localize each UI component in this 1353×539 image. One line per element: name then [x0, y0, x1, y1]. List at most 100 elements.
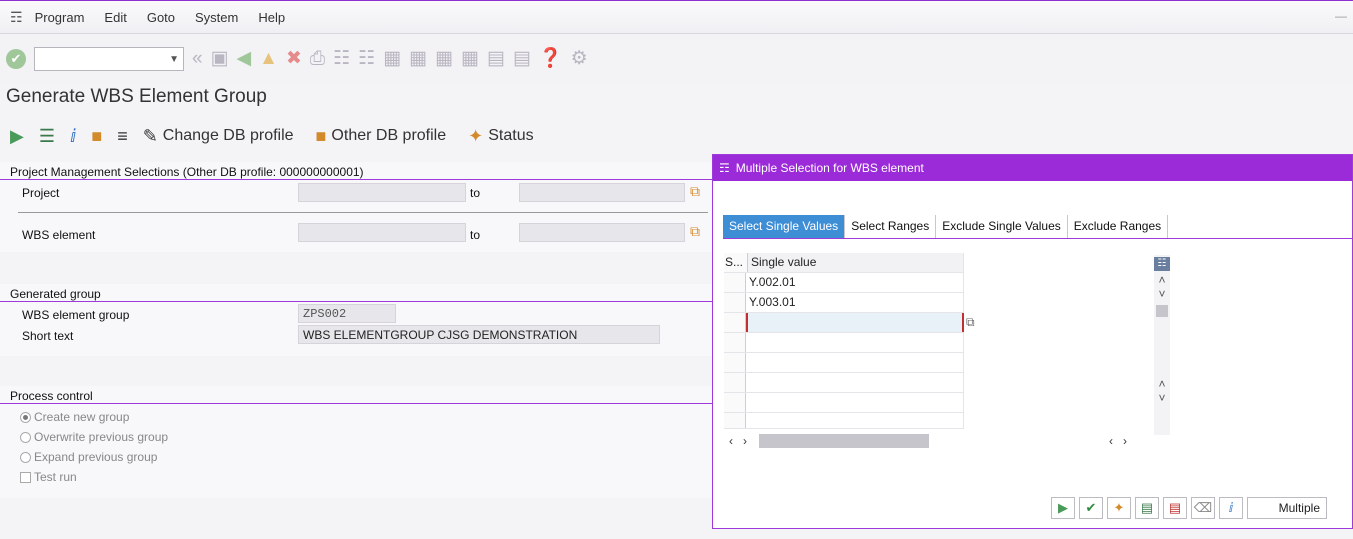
radio-create-new-group[interactable]: Create new group [20, 410, 129, 424]
new-session-icon[interactable]: ▤ [487, 49, 505, 69]
scroll-up-icon[interactable]: ˄ [1154, 273, 1170, 287]
wbs-from-field[interactable] [298, 223, 466, 242]
scroll-left-icon[interactable]: ‹ [1109, 434, 1113, 448]
first-page-icon[interactable]: ▦ [383, 49, 401, 69]
scroll-thumb[interactable] [1156, 305, 1168, 317]
tree-icon[interactable]: ≡ [117, 126, 133, 147]
row-value[interactable] [746, 413, 964, 428]
pm-section-header: Project Management Selections (Other DB … [0, 162, 712, 180]
row-selector[interactable] [724, 393, 746, 412]
application-toolbar: ▶ ☰ ⅈ ■ ≡ ✎ Change DB profile ■ Other DB p… [0, 118, 1353, 154]
back-icon[interactable]: « [192, 49, 203, 69]
table-row-active[interactable] [724, 313, 964, 333]
tab-exclude-ranges[interactable]: Exclude Ranges [1068, 215, 1169, 238]
minimize-icon[interactable]: — [1335, 9, 1347, 23]
multiple-selection-dialog: ☶ Multiple Selection for WBS element Sel… [712, 154, 1353, 529]
table-row[interactable] [724, 413, 964, 429]
settings-icon[interactable]: ⚙ [571, 49, 588, 69]
cancel-icon[interactable]: ✖ [286, 49, 302, 69]
menu-system[interactable]: System [195, 10, 238, 25]
short-text-field[interactable]: WBS ELEMENTGROUP CJSG DEMONSTRATION [298, 325, 660, 344]
column-settings-icon[interactable]: ☷ [1154, 257, 1170, 271]
horizontal-scrollbar[interactable]: ‹ › ‹ › [725, 433, 1145, 449]
status-button[interactable]: ✦ Status [468, 126, 533, 147]
find-icon[interactable]: ☷ [333, 49, 350, 69]
other-db-profile-button[interactable]: ■ Other DB profile [316, 126, 447, 147]
menu-edit[interactable]: Edit [104, 10, 126, 25]
vertical-scrollbar[interactable]: ☷ ˄ ˅ ˄ ˅ [1154, 255, 1170, 435]
row-selector[interactable] [724, 313, 746, 332]
previous-page-icon[interactable]: ▦ [409, 49, 427, 69]
next-page-icon[interactable]: ▦ [435, 49, 453, 69]
scroll-thumb[interactable] [759, 434, 929, 448]
info-icon[interactable]: ⅈ [1219, 497, 1243, 519]
row-value-input[interactable] [746, 313, 964, 332]
command-field[interactable]: ▼ [34, 47, 184, 71]
tab-exclude-single-values[interactable]: Exclude Single Values [936, 215, 1068, 238]
save-icon[interactable]: ▣ [211, 49, 229, 69]
shortcut-icon[interactable]: ▤ [513, 49, 531, 69]
row-selector[interactable] [724, 413, 746, 428]
scroll-right-icon[interactable]: › [1123, 434, 1127, 448]
scroll-down-icon[interactable]: ˅ [1154, 287, 1170, 301]
help-icon[interactable]: ❓ [539, 49, 563, 69]
scroll-left-icon[interactable]: ‹ [729, 434, 733, 448]
row-value[interactable] [746, 333, 964, 352]
tab-select-ranges[interactable]: Select Ranges [845, 215, 937, 238]
change-db-profile-button[interactable]: ✎ Change DB profile [143, 126, 294, 147]
row-value[interactable] [746, 353, 964, 372]
test-run-checkbox[interactable]: Test run [20, 470, 77, 484]
status-icon: ✦ [468, 125, 484, 146]
project-to-field[interactable] [519, 183, 685, 202]
table-row[interactable] [724, 353, 964, 373]
selection-options-icon[interactable]: ☰ [39, 126, 60, 147]
menu-program[interactable]: Program [35, 10, 85, 25]
row-selector[interactable] [724, 353, 746, 372]
wbs-to-field[interactable] [519, 223, 685, 242]
scroll-page-down-icon[interactable]: ˅ [1154, 391, 1170, 405]
row-value[interactable] [746, 393, 964, 412]
row-value[interactable] [746, 373, 964, 392]
project-from-field[interactable] [298, 183, 466, 202]
info-icon[interactable]: ⅈ [70, 126, 81, 147]
menu-help[interactable]: Help [258, 10, 285, 25]
delete-line-icon[interactable]: ▤ [1163, 497, 1187, 519]
variant-icon[interactable]: ■ [91, 126, 107, 147]
tab-select-single-values[interactable]: Select Single Values [723, 215, 846, 238]
insert-line-icon[interactable]: ▤ [1135, 497, 1159, 519]
execute-icon[interactable]: ▶ [10, 126, 29, 147]
find-next-icon[interactable]: ☷ [358, 49, 375, 69]
enter-icon[interactable]: ✔ [6, 49, 26, 69]
radio-overwrite-previous-group[interactable]: Overwrite previous group [20, 430, 168, 444]
table-row[interactable] [724, 373, 964, 393]
row-selector[interactable] [724, 293, 746, 312]
multiple-selection-icon[interactable]: ⧉ [690, 223, 700, 240]
delete-all-icon[interactable]: ⌫ [1191, 497, 1215, 519]
multiple-button[interactable]: Multiple [1247, 497, 1327, 519]
row-value[interactable]: Y.002.01 [746, 273, 964, 292]
scroll-right-icon[interactable]: › [743, 434, 747, 448]
menu-goto[interactable]: Goto [147, 10, 175, 25]
select-ranges-icon[interactable]: ✦ [1107, 497, 1131, 519]
dialog-menu-icon[interactable]: ☶ [719, 161, 730, 175]
scroll-page-up-icon[interactable]: ˄ [1154, 377, 1170, 391]
table-row[interactable] [724, 333, 964, 353]
table-row[interactable]: Y.002.01 [724, 273, 964, 293]
print-icon[interactable]: ⎙ [310, 49, 325, 69]
last-page-icon[interactable]: ▦ [461, 49, 479, 69]
multiple-selection-icon[interactable]: ⧉ [690, 183, 700, 200]
exit-icon[interactable]: ▲ [259, 49, 278, 69]
value-help-icon[interactable]: ⧉ [966, 315, 975, 330]
radio-expand-previous-group[interactable]: Expand previous group [20, 450, 157, 464]
copy-icon[interactable]: ✔ [1079, 497, 1103, 519]
row-value[interactable]: Y.003.01 [746, 293, 964, 312]
row-selector[interactable] [724, 333, 746, 352]
wbs-element-group-field[interactable]: ZPS002 [298, 304, 396, 323]
table-row[interactable] [724, 393, 964, 413]
row-selector[interactable] [724, 273, 746, 292]
row-selector[interactable] [724, 373, 746, 392]
back-nav-icon[interactable]: ◀ [237, 49, 252, 69]
menu-icon[interactable]: ☶ [10, 9, 23, 26]
table-row[interactable]: Y.003.01 [724, 293, 964, 313]
execute-icon[interactable]: ▶ [1051, 497, 1075, 519]
